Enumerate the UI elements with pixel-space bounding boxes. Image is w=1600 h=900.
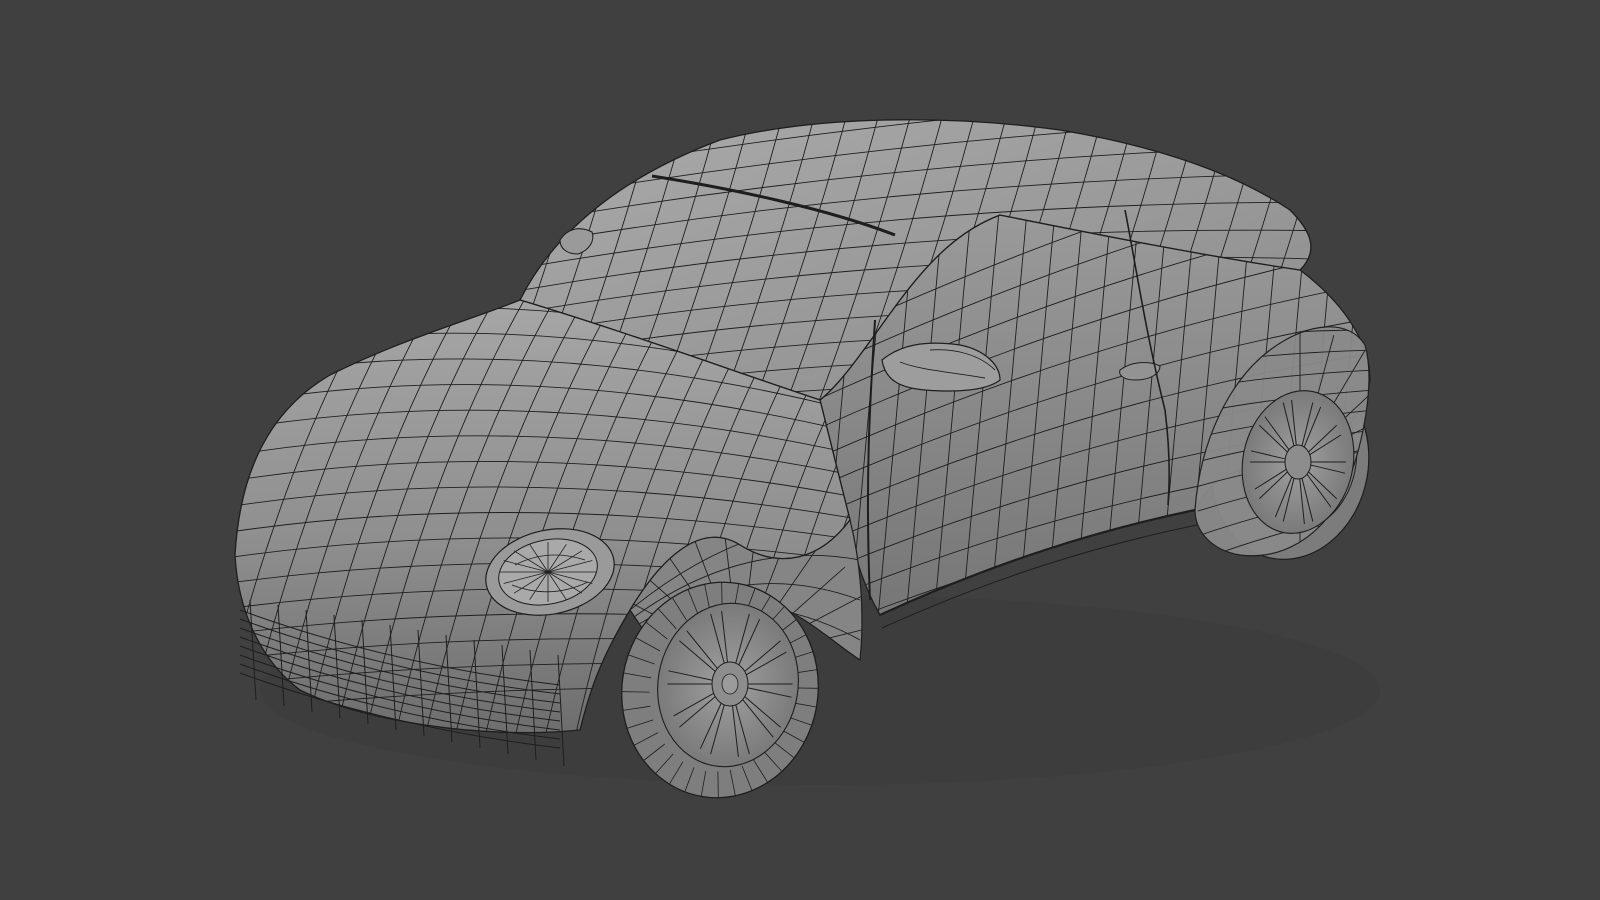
viewport-scene [0, 0, 1600, 900]
3d-viewport[interactable] [0, 0, 1600, 900]
rear-wheel-hub [1284, 444, 1312, 480]
front-hub-cap [721, 673, 739, 695]
headlight-wireframe [500, 542, 596, 602]
